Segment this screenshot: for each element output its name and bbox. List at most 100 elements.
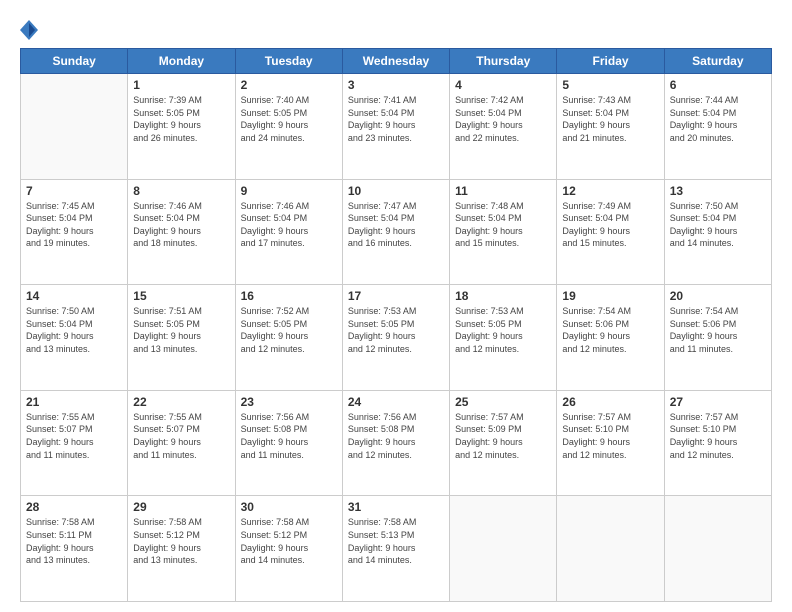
calendar-cell: 20 Sunrise: 7:54 AMSunset: 5:06 PMDayligh… [664,285,771,391]
calendar-cell [557,496,664,602]
calendar-cell: 16 Sunrise: 7:52 AMSunset: 5:05 PMDayligh… [235,285,342,391]
day-number: 29 [133,500,229,514]
calendar-cell: 25 Sunrise: 7:57 AMSunset: 5:09 PMDayligh… [450,390,557,496]
cell-info: Sunrise: 7:45 AMSunset: 5:04 PMDaylight:… [26,200,122,250]
cell-info: Sunrise: 7:41 AMSunset: 5:04 PMDaylight:… [348,94,444,144]
calendar-cell: 27Sunrise: 7:57 AMSunset: 5:10 PMDayligh… [664,390,771,496]
cell-info: Sunrise: 7:42 AMSunset: 5:04 PMDaylight:… [455,94,551,144]
calendar-cell: 11 Sunrise: 7:48 AMSunset: 5:04 PMDayligh… [450,179,557,285]
calendar-table: SundayMondayTuesdayWednesdayThursdayFrid… [20,48,772,602]
cell-info: Sunrise: 7:52 AMSunset: 5:05 PMDaylight:… [241,305,337,355]
day-number: 12 [562,184,658,198]
cell-info: Sunrise: 7:53 AMSunset: 5:05 PMDaylight:… [348,305,444,355]
cell-info: Sunrise: 7:53 AMSunset: 5:05 PMDaylight:… [455,305,551,355]
cell-info: Sunrise: 7:54 AMSunset: 5:06 PMDaylight:… [670,305,766,355]
calendar-cell: 7 Sunrise: 7:45 AMSunset: 5:04 PMDaylight… [21,179,128,285]
day-header-sunday: Sunday [21,49,128,74]
calendar-cell [21,74,128,180]
calendar-cell: 14 Sunrise: 7:50 AMSunset: 5:04 PMDayligh… [21,285,128,391]
cell-info: Sunrise: 7:46 AMSunset: 5:04 PMDaylight:… [133,200,229,250]
day-number: 10 [348,184,444,198]
calendar-cell: 10 Sunrise: 7:47 AMSunset: 5:04 PMDayligh… [342,179,449,285]
calendar-cell: 2 Sunrise: 7:40 AMSunset: 5:05 PMDaylight… [235,74,342,180]
cell-info: Sunrise: 7:57 AMSunset: 5:10 PMDaylight:… [562,411,658,461]
day-number: 4 [455,78,551,92]
calendar-cell: 6 Sunrise: 7:44 AMSunset: 5:04 PMDaylight… [664,74,771,180]
day-number: 2 [241,78,337,92]
calendar-cell: 29 Sunrise: 7:58 AMSunset: 5:12 PMDayligh… [128,496,235,602]
calendar-cell: 19 Sunrise: 7:54 AMSunset: 5:06 PMDayligh… [557,285,664,391]
calendar-cell: 13Sunrise: 7:50 AMSunset: 5:04 PMDayligh… [664,179,771,285]
cell-info: Sunrise: 7:58 AMSunset: 5:12 PMDaylight:… [133,516,229,566]
calendar-cell: 26 Sunrise: 7:57 AMSunset: 5:10 PMDayligh… [557,390,664,496]
day-number: 8 [133,184,229,198]
cell-info: Sunrise: 7:44 AMSunset: 5:04 PMDaylight:… [670,94,766,144]
day-number: 1 [133,78,229,92]
day-number: 6 [670,78,766,92]
calendar-cell: 18Sunrise: 7:53 AMSunset: 5:05 PMDayligh… [450,285,557,391]
calendar-week-1: 1 Sunrise: 7:39 AMSunset: 5:05 PMDaylight… [21,74,772,180]
calendar-cell: 5 Sunrise: 7:43 AMSunset: 5:04 PMDaylight… [557,74,664,180]
calendar-header-row: SundayMondayTuesdayWednesdayThursdayFrid… [21,49,772,74]
calendar-week-2: 7 Sunrise: 7:45 AMSunset: 5:04 PMDaylight… [21,179,772,285]
day-number: 25 [455,395,551,409]
calendar-cell: 12Sunrise: 7:49 AMSunset: 5:04 PMDayligh… [557,179,664,285]
day-header-saturday: Saturday [664,49,771,74]
day-number: 14 [26,289,122,303]
cell-info: Sunrise: 7:58 AMSunset: 5:13 PMDaylight:… [348,516,444,566]
day-number: 11 [455,184,551,198]
day-number: 28 [26,500,122,514]
calendar-cell: 21 Sunrise: 7:55 AMSunset: 5:07 PMDayligh… [21,390,128,496]
calendar-cell: 15Sunrise: 7:51 AMSunset: 5:05 PMDayligh… [128,285,235,391]
cell-info: Sunrise: 7:40 AMSunset: 5:05 PMDaylight:… [241,94,337,144]
cell-info: Sunrise: 7:43 AMSunset: 5:04 PMDaylight:… [562,94,658,144]
day-number: 26 [562,395,658,409]
calendar-cell: 3 Sunrise: 7:41 AMSunset: 5:04 PMDaylight… [342,74,449,180]
calendar-cell: 4 Sunrise: 7:42 AMSunset: 5:04 PMDaylight… [450,74,557,180]
day-number: 16 [241,289,337,303]
calendar-cell: 31 Sunrise: 7:58 AMSunset: 5:13 PMDayligh… [342,496,449,602]
page: SundayMondayTuesdayWednesdayThursdayFrid… [0,0,792,612]
calendar-cell [450,496,557,602]
day-number: 21 [26,395,122,409]
calendar-cell: 28 Sunrise: 7:58 AMSunset: 5:11 PMDayligh… [21,496,128,602]
cell-info: Sunrise: 7:48 AMSunset: 5:04 PMDaylight:… [455,200,551,250]
day-number: 19 [562,289,658,303]
logo-icon [20,20,38,40]
day-number: 3 [348,78,444,92]
calendar-week-4: 21 Sunrise: 7:55 AMSunset: 5:07 PMDayligh… [21,390,772,496]
cell-info: Sunrise: 7:56 AMSunset: 5:08 PMDaylight:… [348,411,444,461]
calendar-cell: 1 Sunrise: 7:39 AMSunset: 5:05 PMDaylight… [128,74,235,180]
day-number: 23 [241,395,337,409]
logo [20,18,40,38]
cell-info: Sunrise: 7:39 AMSunset: 5:05 PMDaylight:… [133,94,229,144]
calendar-cell: 24 Sunrise: 7:56 AMSunset: 5:08 PMDayligh… [342,390,449,496]
day-header-tuesday: Tuesday [235,49,342,74]
calendar-cell: 23Sunrise: 7:56 AMSunset: 5:08 PMDayligh… [235,390,342,496]
cell-info: Sunrise: 7:55 AMSunset: 5:07 PMDaylight:… [26,411,122,461]
header [20,18,772,38]
day-number: 27 [670,395,766,409]
day-number: 20 [670,289,766,303]
calendar-cell: 9Sunrise: 7:46 AMSunset: 5:04 PMDaylight… [235,179,342,285]
day-number: 31 [348,500,444,514]
cell-info: Sunrise: 7:47 AMSunset: 5:04 PMDaylight:… [348,200,444,250]
cell-info: Sunrise: 7:54 AMSunset: 5:06 PMDaylight:… [562,305,658,355]
calendar-week-3: 14 Sunrise: 7:50 AMSunset: 5:04 PMDayligh… [21,285,772,391]
day-number: 24 [348,395,444,409]
calendar-week-5: 28 Sunrise: 7:58 AMSunset: 5:11 PMDayligh… [21,496,772,602]
day-number: 9 [241,184,337,198]
day-number: 30 [241,500,337,514]
day-number: 22 [133,395,229,409]
day-number: 5 [562,78,658,92]
day-number: 7 [26,184,122,198]
calendar-cell: 8 Sunrise: 7:46 AMSunset: 5:04 PMDaylight… [128,179,235,285]
cell-info: Sunrise: 7:57 AMSunset: 5:09 PMDaylight:… [455,411,551,461]
calendar-cell: 17Sunrise: 7:53 AMSunset: 5:05 PMDayligh… [342,285,449,391]
day-number: 13 [670,184,766,198]
day-header-monday: Monday [128,49,235,74]
cell-info: Sunrise: 7:50 AMSunset: 5:04 PMDaylight:… [26,305,122,355]
day-header-friday: Friday [557,49,664,74]
day-header-thursday: Thursday [450,49,557,74]
cell-info: Sunrise: 7:58 AMSunset: 5:11 PMDaylight:… [26,516,122,566]
